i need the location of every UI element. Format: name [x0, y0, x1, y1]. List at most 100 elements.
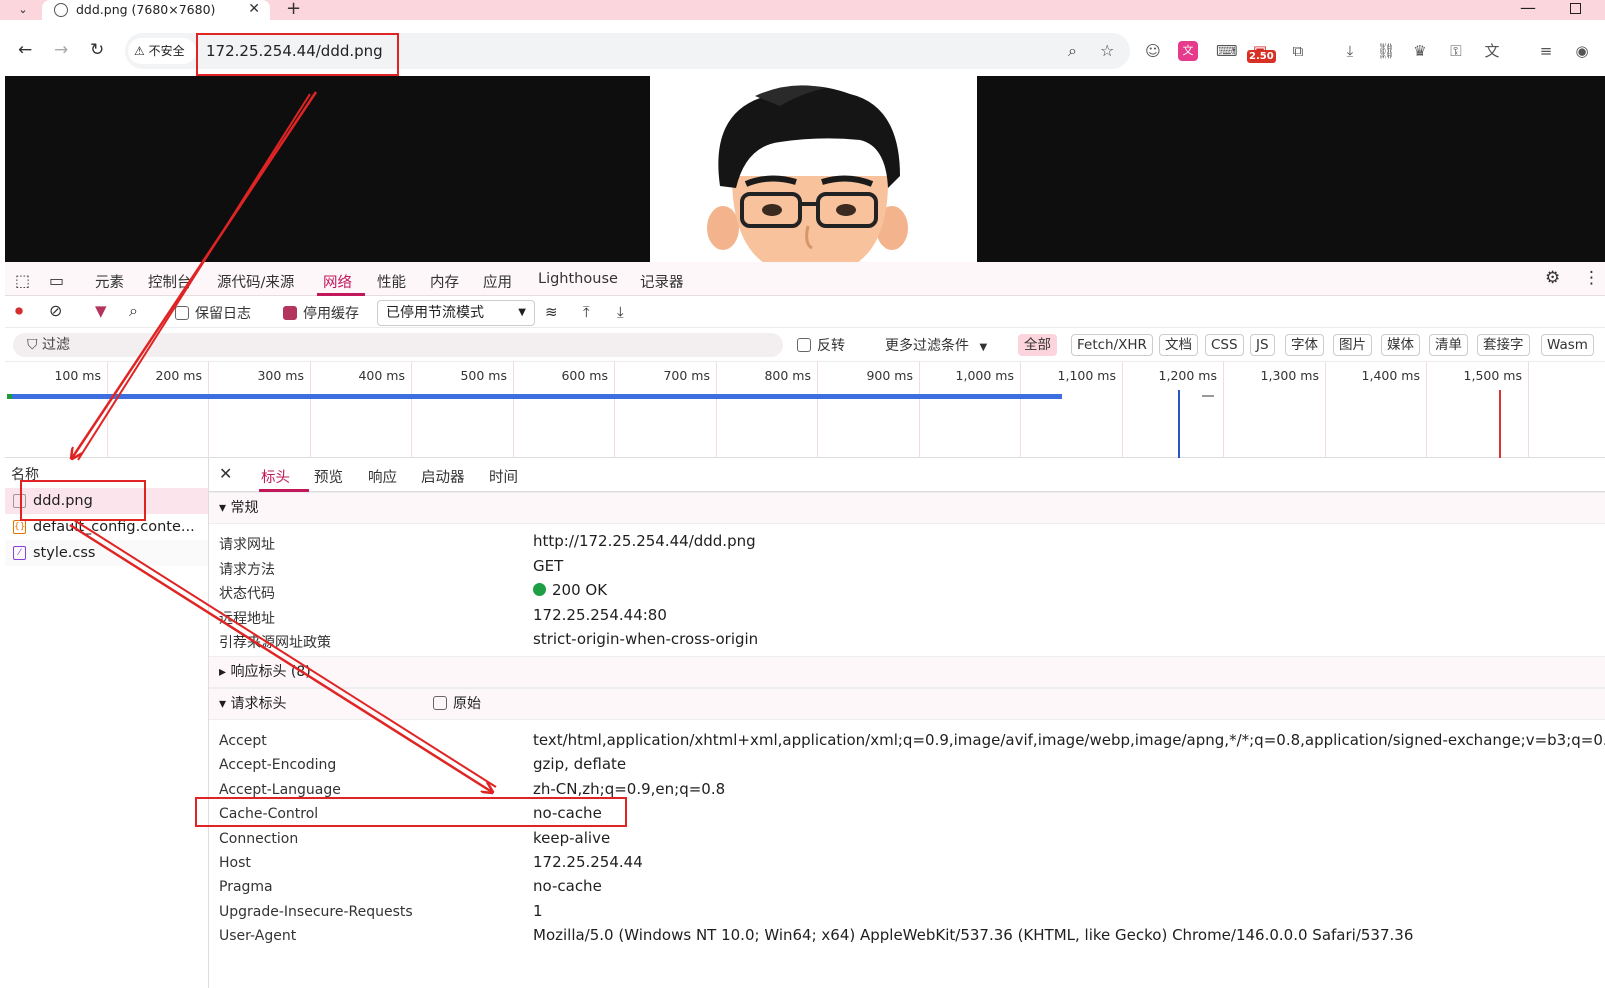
- inspect-element-icon[interactable]: ⬚: [15, 271, 30, 290]
- type-filter-font[interactable]: 字体: [1285, 334, 1324, 356]
- request-row[interactable]: {} default_config.conte...: [5, 514, 208, 540]
- devtools-tab-lighthouse[interactable]: Lighthouse: [538, 271, 618, 287]
- bookmark-star-icon[interactable]: ☆: [1100, 41, 1114, 60]
- url-text[interactable]: 172.25.254.44/ddd.png: [206, 42, 383, 60]
- clear-icon[interactable]: ⊘: [49, 301, 62, 320]
- tab-strip: ⌄ ddd.png (7680×7680) ✕ + —: [0, 0, 1605, 20]
- details-tab-initiator[interactable]: 启动器: [421, 466, 465, 487]
- type-filter-wasm[interactable]: Wasm: [1541, 334, 1594, 356]
- preserve-log-checkbox[interactable]: 保留日志: [175, 303, 251, 323]
- type-filter-doc[interactable]: 文档: [1159, 334, 1198, 356]
- response-headers-section-header[interactable]: ▸ 响应标头 (8): [209, 656, 1605, 688]
- invert-checkbox[interactable]: 反转: [797, 335, 845, 355]
- window-minimize-icon[interactable]: —: [1520, 0, 1536, 17]
- request-row[interactable]: ⁄ style.css: [5, 540, 208, 566]
- details-tab-response[interactable]: 响应: [368, 466, 397, 487]
- timeline-tick-label: 900 ms: [866, 368, 913, 383]
- zoom-magnifier-icon[interactable]: ⌕: [1068, 41, 1077, 61]
- disable-cache-box[interactable]: [283, 306, 297, 320]
- timeline-tick-label: 500 ms: [460, 368, 507, 383]
- network-conditions-wifi-icon[interactable]: ≋: [545, 303, 558, 321]
- back-arrow-icon[interactable]: ←: [18, 40, 32, 60]
- devtools-tab-network[interactable]: 网络: [323, 271, 352, 292]
- request-name: style.css: [33, 545, 96, 561]
- forward-arrow-icon[interactable]: →: [54, 40, 68, 60]
- security-chip[interactable]: ⚠ 不安全: [128, 38, 196, 64]
- request-header-value: gzip, deflate: [533, 755, 627, 773]
- type-filter-all[interactable]: 全部: [1018, 334, 1057, 356]
- filter-input[interactable]: ⛉ 过滤: [13, 333, 783, 357]
- reload-icon[interactable]: ↻: [90, 40, 104, 60]
- export-har-download-icon[interactable]: ⤓: [617, 303, 624, 321]
- window-maximize-icon[interactable]: [1570, 3, 1581, 14]
- search-icon[interactable]: ⌕: [129, 301, 138, 321]
- type-filter-fetch-xhr[interactable]: Fetch/XHR: [1071, 334, 1153, 356]
- invert-label: 反转: [817, 338, 845, 354]
- timeline-gridline: [1223, 362, 1224, 458]
- tab-close-icon[interactable]: ✕: [248, 1, 260, 17]
- general-key: 请求方法: [219, 562, 275, 578]
- timeline-tick-label: 200 ms: [155, 368, 202, 383]
- filter-funnel-icon[interactable]: ▼: [95, 302, 107, 320]
- network-timeline-overview[interactable]: 100 ms 200 ms 300 ms 400 ms 500 ms 600 ms 700 …: [5, 362, 1605, 458]
- tab-search-chevron-icon[interactable]: ⌄: [8, 0, 38, 20]
- preserve-log-box[interactable]: [175, 306, 189, 320]
- translate-extension-icon[interactable]: 文: [1178, 41, 1198, 61]
- devtools-tab-application[interactable]: 应用: [483, 271, 512, 292]
- details-tab-headers[interactable]: 标头: [261, 466, 290, 487]
- type-filter-manifest[interactable]: 清单: [1429, 334, 1468, 356]
- devtools-tab-console[interactable]: 控制台: [148, 271, 192, 292]
- expand-triangle-icon: ▾: [219, 500, 231, 516]
- devtools-tab-memory[interactable]: 内存: [430, 271, 459, 292]
- request-details: ✕ 标头 预览 响应 启动器 时间 ▾ 常规 请求网址 http://172.2…: [209, 458, 1605, 988]
- incognito-icon[interactable]: ♛: [1410, 41, 1430, 61]
- request-header-value: 172.25.254.44: [533, 853, 643, 871]
- details-tab-timing[interactable]: 时间: [489, 466, 518, 487]
- more-filters-dropdown[interactable]: 更多过滤条件 ▼: [885, 335, 987, 355]
- type-filter-img[interactable]: 图片: [1333, 334, 1372, 356]
- type-filter-js[interactable]: JS: [1250, 334, 1275, 356]
- timeline-gridline: [614, 362, 615, 458]
- type-filter-socket[interactable]: 套接字: [1477, 334, 1530, 356]
- more-vertical-icon[interactable]: ⋮: [1583, 268, 1600, 288]
- name-column-header[interactable]: 名称: [11, 464, 39, 484]
- throttling-select[interactable]: 已停用节流模式 ▼: [377, 300, 535, 326]
- keyboard-extension-icon[interactable]: ⌨: [1216, 41, 1238, 61]
- timeline-gridline: [513, 362, 514, 458]
- settings-gear-icon[interactable]: ⚙: [1545, 268, 1560, 288]
- import-har-upload-icon[interactable]: ⤒: [583, 303, 590, 321]
- general-value: strict-origin-when-cross-origin: [533, 630, 759, 648]
- security-label: 不安全: [148, 44, 185, 58]
- type-filter-media[interactable]: 媒体: [1381, 334, 1420, 356]
- key-icon[interactable]: ⚿: [1446, 41, 1466, 61]
- puzzle-extensions-icon[interactable]: ⧉: [1288, 41, 1308, 61]
- devtools-tab-performance[interactable]: 性能: [377, 271, 406, 292]
- timeline-tick-label: 800 ms: [764, 368, 811, 383]
- extension-face-icon[interactable]: ☺: [1143, 41, 1163, 61]
- devtools-tab-recorder[interactable]: 记录器: [640, 271, 684, 292]
- raw-checkbox[interactable]: 原始: [433, 689, 481, 719]
- general-section-title: 常规: [230, 500, 259, 516]
- request-row[interactable]: ddd.png: [5, 488, 208, 514]
- link-icon[interactable]: ⛓: [1376, 41, 1396, 61]
- translate-icon[interactable]: 文: [1482, 41, 1502, 61]
- browser-tab[interactable]: ddd.png (7680×7680) ✕: [42, 0, 270, 20]
- timeline-small-request: [1202, 395, 1214, 397]
- type-filter-css[interactable]: CSS: [1205, 334, 1244, 356]
- close-details-icon[interactable]: ✕: [219, 464, 232, 483]
- reading-list-icon[interactable]: ≡: [1536, 41, 1556, 61]
- disable-cache-checkbox[interactable]: 停用缓存: [283, 303, 359, 323]
- request-headers-section-header[interactable]: ▾ 请求标头 原始: [209, 688, 1605, 720]
- invert-box[interactable]: [797, 338, 811, 352]
- device-toolbar-icon[interactable]: ▭: [49, 271, 64, 290]
- avatar[interactable]: ◉: [1572, 41, 1592, 61]
- details-tab-preview[interactable]: 预览: [314, 466, 343, 487]
- record-stop-icon[interactable]: ⏺: [15, 301, 23, 321]
- devtools-panel: ⬚ ▭ 元素 控制台 源代码/来源 网络 性能 内存 应用 Lighthouse…: [5, 262, 1605, 988]
- devtools-tab-elements[interactable]: 元素: [95, 271, 124, 292]
- devtools-tab-sources[interactable]: 源代码/来源: [217, 271, 294, 292]
- download-icon[interactable]: ⤓: [1340, 41, 1360, 61]
- new-tab-plus-icon[interactable]: +: [286, 0, 301, 19]
- raw-box[interactable]: [433, 696, 447, 710]
- general-section-header[interactable]: ▾ 常规: [209, 492, 1605, 524]
